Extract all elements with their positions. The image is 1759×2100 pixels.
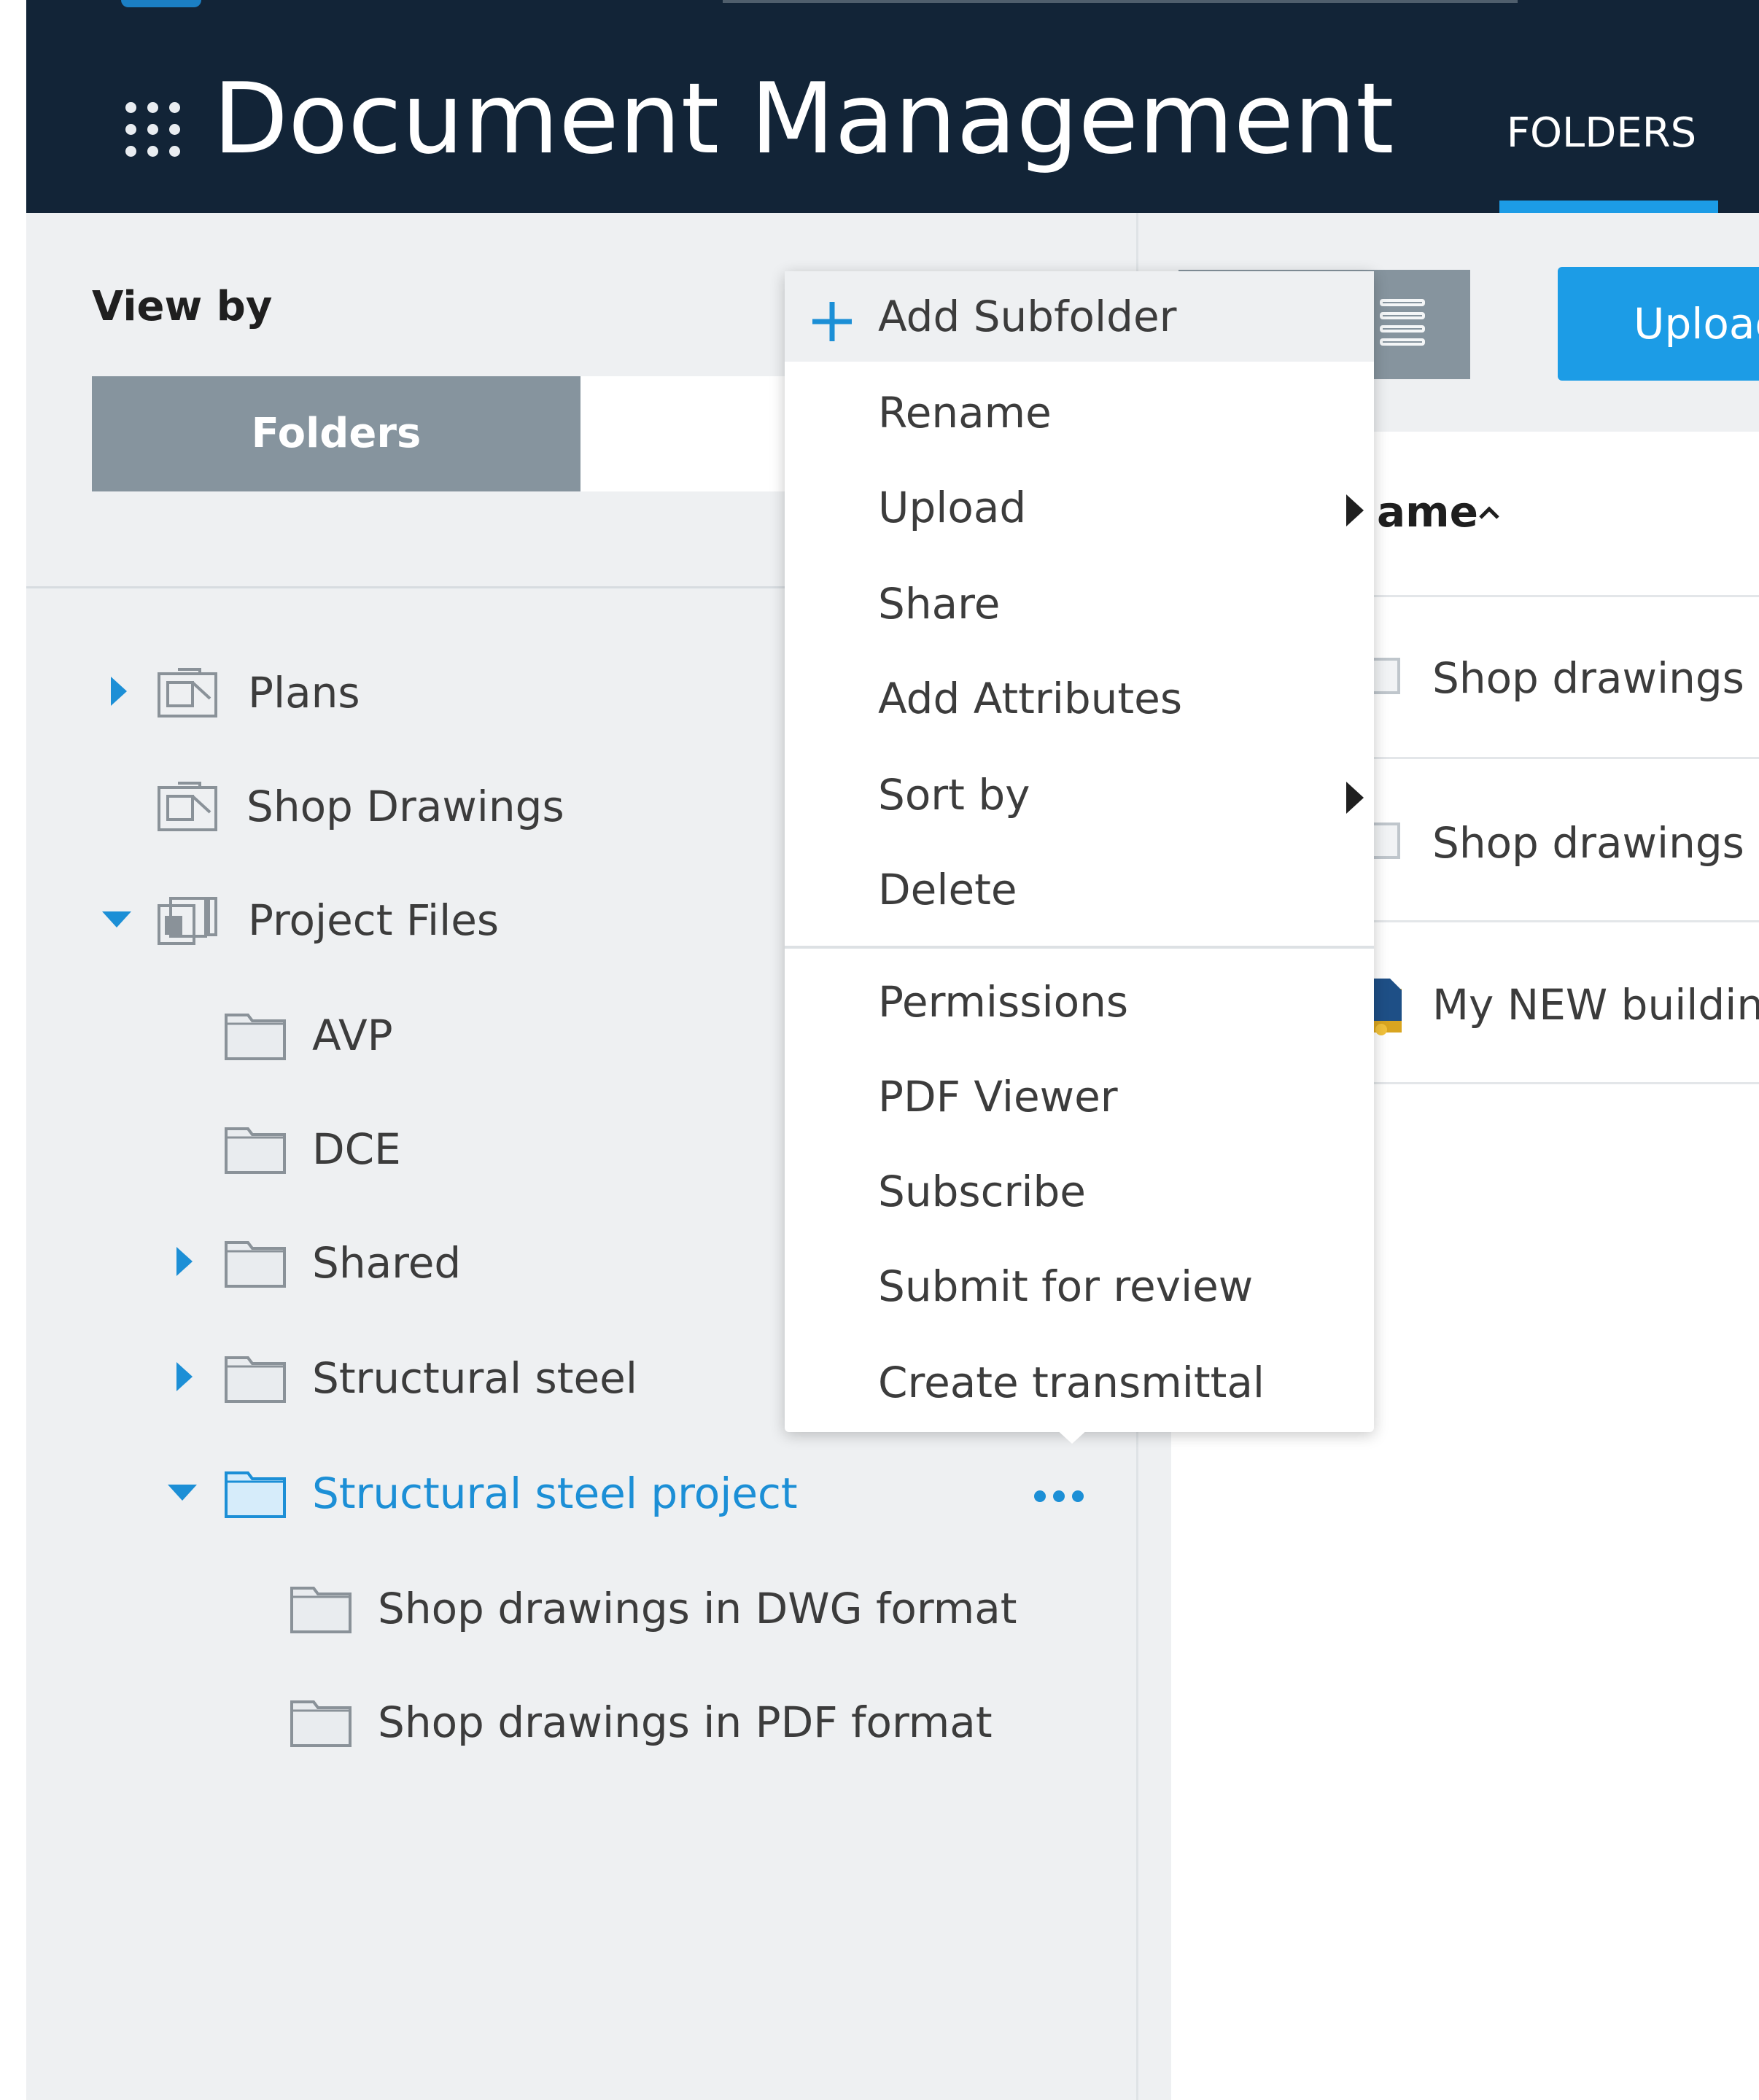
row-divider xyxy=(1354,1082,1759,1084)
menu-divider xyxy=(785,946,1374,949)
name-column-header[interactable]: ame xyxy=(1377,487,1478,537)
tree-item-label: Plans xyxy=(248,668,360,718)
app-window: Document Management FOLDERS View by Fold… xyxy=(26,0,1759,2100)
tree-item-shared[interactable]: Shared xyxy=(150,1225,734,1298)
menu-item-sort-by[interactable]: Sort by xyxy=(785,750,1374,840)
tree-item-label: Shop drawings in PDF format xyxy=(378,1698,993,1747)
submenu-arrow-icon xyxy=(1346,782,1364,814)
menu-item-share[interactable]: Share xyxy=(785,559,1374,649)
collapse-caret-icon[interactable] xyxy=(168,1485,197,1501)
folder-context-menu: Add Subfolder Rename Upload Share Add At… xyxy=(785,271,1374,1432)
menu-item-label: Sort by xyxy=(878,770,1030,820)
menu-item-label: Submit for review xyxy=(878,1261,1254,1311)
menu-item-label: Permissions xyxy=(878,977,1129,1027)
menu-item-delete[interactable]: Delete xyxy=(785,844,1374,935)
view-by-toggle: Folders xyxy=(92,376,821,491)
row-divider xyxy=(1354,757,1759,759)
menu-item-pdf-viewer[interactable]: PDF Viewer xyxy=(785,1051,1374,1142)
tree-item-avp[interactable]: AVP xyxy=(150,998,734,1070)
sort-ascending-icon[interactable] xyxy=(1478,502,1501,525)
more-options-icon[interactable] xyxy=(1033,1483,1091,1512)
table-row[interactable]: Shop drawings in xyxy=(1354,631,1759,719)
expand-caret-icon[interactable] xyxy=(111,677,127,706)
tree-item-label: AVP xyxy=(312,1011,393,1060)
app-switcher-icon[interactable] xyxy=(125,102,181,158)
list-view-icon xyxy=(1380,299,1426,347)
row-divider xyxy=(1354,595,1759,597)
tree-item-shop-drawings-dwg[interactable]: Shop drawings in DWG format xyxy=(216,1571,1017,1644)
menu-item-create-transmittal[interactable]: Create transmittal xyxy=(785,1337,1374,1428)
menu-item-add-subfolder[interactable]: Add Subfolder xyxy=(785,271,1374,362)
plans-folder-icon xyxy=(158,668,217,718)
menu-item-label: Rename xyxy=(878,388,1052,438)
top-search-field[interactable] xyxy=(723,0,1518,3)
page-title: Document Management xyxy=(213,62,1394,176)
folder-icon xyxy=(290,1587,352,1633)
menu-item-label: Share xyxy=(878,579,1001,629)
tree-item-shop-drawings-pdf[interactable]: Shop drawings in PDF format xyxy=(216,1684,993,1757)
upload-button[interactable]: Upload xyxy=(1558,267,1759,381)
file-name: My NEW building. xyxy=(1432,980,1759,1030)
table-row[interactable]: Shop drawings in xyxy=(1354,796,1759,884)
tree-item-structural-steel-project[interactable]: Structural steel project xyxy=(150,1455,807,1528)
view-by-label: View by xyxy=(92,283,273,330)
folder-icon xyxy=(290,1700,352,1747)
project-files-folder-icon xyxy=(158,897,217,945)
tree-item-label: Shop drawings in DWG format xyxy=(378,1584,1017,1633)
submenu-arrow-icon xyxy=(1346,494,1364,526)
plans-folder-icon xyxy=(158,782,217,831)
file-name: Shop drawings in xyxy=(1432,653,1759,703)
tree-item-plans[interactable]: Plans xyxy=(85,655,741,728)
menu-item-submit-for-review[interactable]: Submit for review xyxy=(785,1241,1374,1331)
folder-icon xyxy=(225,1014,286,1060)
collapse-caret-icon[interactable] xyxy=(102,911,131,928)
menu-item-label: Delete xyxy=(878,865,1017,914)
table-row[interactable]: My NEW building. xyxy=(1354,958,1759,1046)
tree-item-label: Shop Drawings xyxy=(246,782,564,831)
folder-icon xyxy=(225,1241,286,1288)
tree-item-label: Project Files xyxy=(248,895,500,945)
tree-item-label: Structural steel xyxy=(312,1353,637,1403)
menu-item-add-attributes[interactable]: Add Attributes xyxy=(785,653,1374,744)
expand-caret-icon[interactable] xyxy=(176,1247,193,1276)
logo-icon xyxy=(121,0,201,7)
menu-item-upload[interactable]: Upload xyxy=(785,462,1374,553)
row-checkbox[interactable] xyxy=(1371,822,1400,859)
tree-item-label: Shared xyxy=(312,1238,462,1288)
folder-icon xyxy=(225,1471,286,1518)
expand-caret-icon[interactable] xyxy=(176,1362,193,1391)
tree-item-project-files[interactable]: Project Files xyxy=(85,882,741,955)
row-checkbox[interactable] xyxy=(1371,658,1400,694)
menu-item-label: PDF Viewer xyxy=(878,1072,1118,1121)
row-divider xyxy=(1354,920,1759,922)
tree-item-label: DCE xyxy=(312,1124,401,1174)
app-header: Document Management FOLDERS xyxy=(26,0,1759,213)
context-menu-pointer xyxy=(1055,1428,1090,1444)
tree-item-shop-drawings[interactable]: Shop Drawings xyxy=(85,769,741,841)
tree-item-dce[interactable]: DCE xyxy=(150,1111,734,1184)
active-tab-indicator xyxy=(1499,201,1718,213)
tree-item-structural-steel[interactable]: Structural steel xyxy=(150,1340,734,1413)
menu-item-label: Upload xyxy=(878,483,1027,532)
folder-icon xyxy=(225,1356,286,1403)
file-name: Shop drawings in xyxy=(1432,818,1759,868)
menu-item-subscribe[interactable]: Subscribe xyxy=(785,1146,1374,1237)
menu-item-rename[interactable]: Rename xyxy=(785,368,1374,458)
tree-item-label: Structural steel project xyxy=(312,1469,798,1518)
menu-item-label: Add Attributes xyxy=(878,674,1183,723)
folder-icon xyxy=(225,1127,286,1174)
menu-item-label: Subscribe xyxy=(878,1167,1086,1216)
tab-folders-label: FOLDERS xyxy=(1506,109,1697,157)
menu-item-permissions[interactable]: Permissions xyxy=(785,957,1374,1047)
menu-item-label: Add Subfolder xyxy=(878,292,1177,341)
view-by-folders-button[interactable]: Folders xyxy=(92,376,580,491)
menu-item-label: Create transmittal xyxy=(878,1358,1265,1407)
tab-folders[interactable]: FOLDERS xyxy=(1492,109,1718,213)
plus-icon xyxy=(812,302,852,341)
